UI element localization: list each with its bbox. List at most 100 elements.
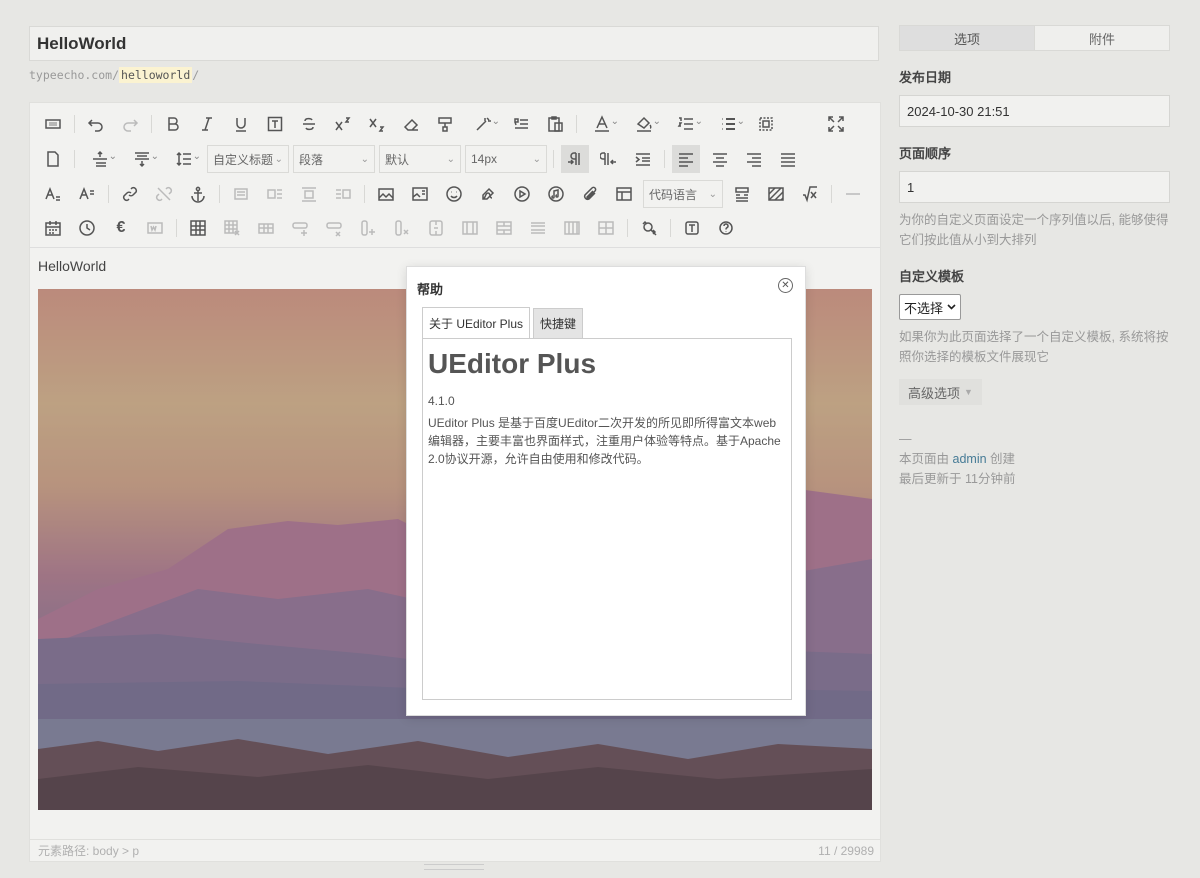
author-link[interactable]: admin [953,452,987,466]
to-lowercase-icon[interactable] [73,180,101,208]
image-right-icon[interactable] [329,180,357,208]
editor-resize-handle[interactable] [424,864,484,870]
insert-col-icon[interactable] [354,214,382,242]
row-spacing-top-icon[interactable] [82,145,118,173]
template-icon[interactable] [610,180,638,208]
title-input[interactable]: HelloWorld [29,26,879,61]
to-uppercase-icon[interactable] [39,180,67,208]
font-family-select[interactable]: 默认 ⌄ [379,145,461,173]
insert-video-icon[interactable] [508,180,536,208]
magic-format-icon[interactable] [465,110,501,138]
scrawl-icon[interactable] [474,180,502,208]
slug-input[interactable]: helloworld [119,67,193,83]
insert-paragraph-before-table-icon[interactable] [252,214,280,242]
align-right-icon[interactable] [740,145,768,173]
redo-icon[interactable] [116,110,144,138]
code-language-select[interactable]: 代码语言 ⌄ [643,180,723,208]
word-image-icon[interactable] [141,214,169,242]
attachment-icon[interactable] [576,180,604,208]
font-size-select[interactable]: 14px ⌄ [465,145,547,173]
template-select[interactable]: 不选择 [899,294,962,320]
formula-icon[interactable] [796,180,824,208]
insert-audio-icon[interactable] [542,180,570,208]
blockquote-icon[interactable] [507,110,535,138]
superscript-icon[interactable] [329,110,357,138]
merge-right-icon[interactable] [456,214,484,242]
help-icon[interactable] [712,214,740,242]
font-color-icon[interactable] [584,110,620,138]
format-painter-icon[interactable] [431,110,459,138]
tab-attachments[interactable]: 附件 [1035,26,1169,50]
horizontal-rule-icon[interactable] [839,180,867,208]
align-center-icon[interactable] [706,145,734,173]
align-left-icon[interactable] [672,145,700,173]
insert-time-icon[interactable] [73,214,101,242]
subscript-icon[interactable] [363,110,391,138]
source-html-icon[interactable] [39,110,67,138]
emotion-icon[interactable] [440,180,468,208]
page-order-input[interactable]: 1 [899,171,1170,203]
tab-options[interactable]: 选项 [900,26,1035,50]
image-left-icon[interactable] [261,180,289,208]
tab-about[interactable]: 关于 UEditor Plus [422,307,531,338]
link-icon[interactable] [116,180,144,208]
line-height-icon[interactable] [166,145,202,173]
direction-ltr-icon[interactable] [561,145,589,173]
image-center-icon[interactable] [295,180,323,208]
custom-heading-select[interactable]: 自定义标题 ⌄ [207,145,289,173]
created-prefix: 本页面由 [899,452,950,466]
font-size-label: 14px [471,152,498,166]
bold-icon[interactable] [159,110,187,138]
anchor-icon[interactable] [184,180,212,208]
delete-table-icon[interactable] [218,214,246,242]
paste-plain-icon[interactable] [541,110,569,138]
indent-icon[interactable] [629,145,657,173]
underline-icon[interactable] [227,110,255,138]
unordered-list-icon[interactable] [710,110,746,138]
tab-shortcuts[interactable]: 快捷键 [533,308,584,338]
special-chars-icon[interactable]: € [107,214,135,242]
new-document-icon[interactable] [39,145,67,173]
undo-icon[interactable] [82,110,110,138]
insert-row-icon[interactable] [286,214,314,242]
unlink-icon[interactable] [150,180,178,208]
paragraph-select[interactable]: 段落 ⌄ [293,145,375,173]
insert-table-icon[interactable] [184,214,212,242]
merge-cells-icon[interactable] [422,214,450,242]
word-count: 11 / 29989 [818,843,874,858]
ordered-list-icon[interactable] [668,110,704,138]
split-to-cells-icon[interactable] [592,214,620,242]
split-to-rows-icon[interactable] [524,214,552,242]
publish-date-input[interactable]: 2024-10-30 21:51 [899,95,1170,127]
split-to-cols-icon[interactable] [558,214,586,242]
close-icon[interactable]: ✕ [778,278,793,293]
toolbar-row-2: 自定义标题⌄ 段落⌄ 默认⌄ 14px⌄ [36,144,805,174]
search-replace-icon[interactable] [635,214,663,242]
insert-date-icon[interactable] [39,214,67,242]
insert-image-icon[interactable] [372,180,400,208]
align-justify-icon[interactable] [774,145,802,173]
delete-row-icon[interactable] [320,214,348,242]
page-break-icon[interactable] [728,180,756,208]
advanced-options-button[interactable]: 高级选项 ▼ [899,379,982,405]
toolbar-divider [74,115,75,133]
background-color-icon[interactable] [626,110,662,138]
eraser-icon[interactable] [397,110,425,138]
multi-image-icon[interactable] [406,180,434,208]
fullscreen-icon[interactable] [822,110,850,138]
direction-rtl-icon[interactable] [595,145,623,173]
select-all-icon[interactable] [752,110,780,138]
italic-icon[interactable] [193,110,221,138]
strikethrough-icon[interactable] [295,110,323,138]
background-pattern-icon[interactable] [762,180,790,208]
font-border-icon[interactable] [261,110,289,138]
editor-content-text[interactable]: HelloWorld [38,258,106,274]
page-order-label: 页面顺序 [899,146,952,161]
delete-col-icon[interactable] [388,214,416,242]
toolbar-divider [831,185,832,203]
merge-down-icon[interactable] [490,214,518,242]
about-description: UEditor Plus 是基于百度UEditor二次开发的所见即所得富文本we… [428,416,781,466]
text-box-icon[interactable] [678,214,706,242]
image-none-icon[interactable] [227,180,255,208]
row-spacing-bottom-icon[interactable] [124,145,160,173]
